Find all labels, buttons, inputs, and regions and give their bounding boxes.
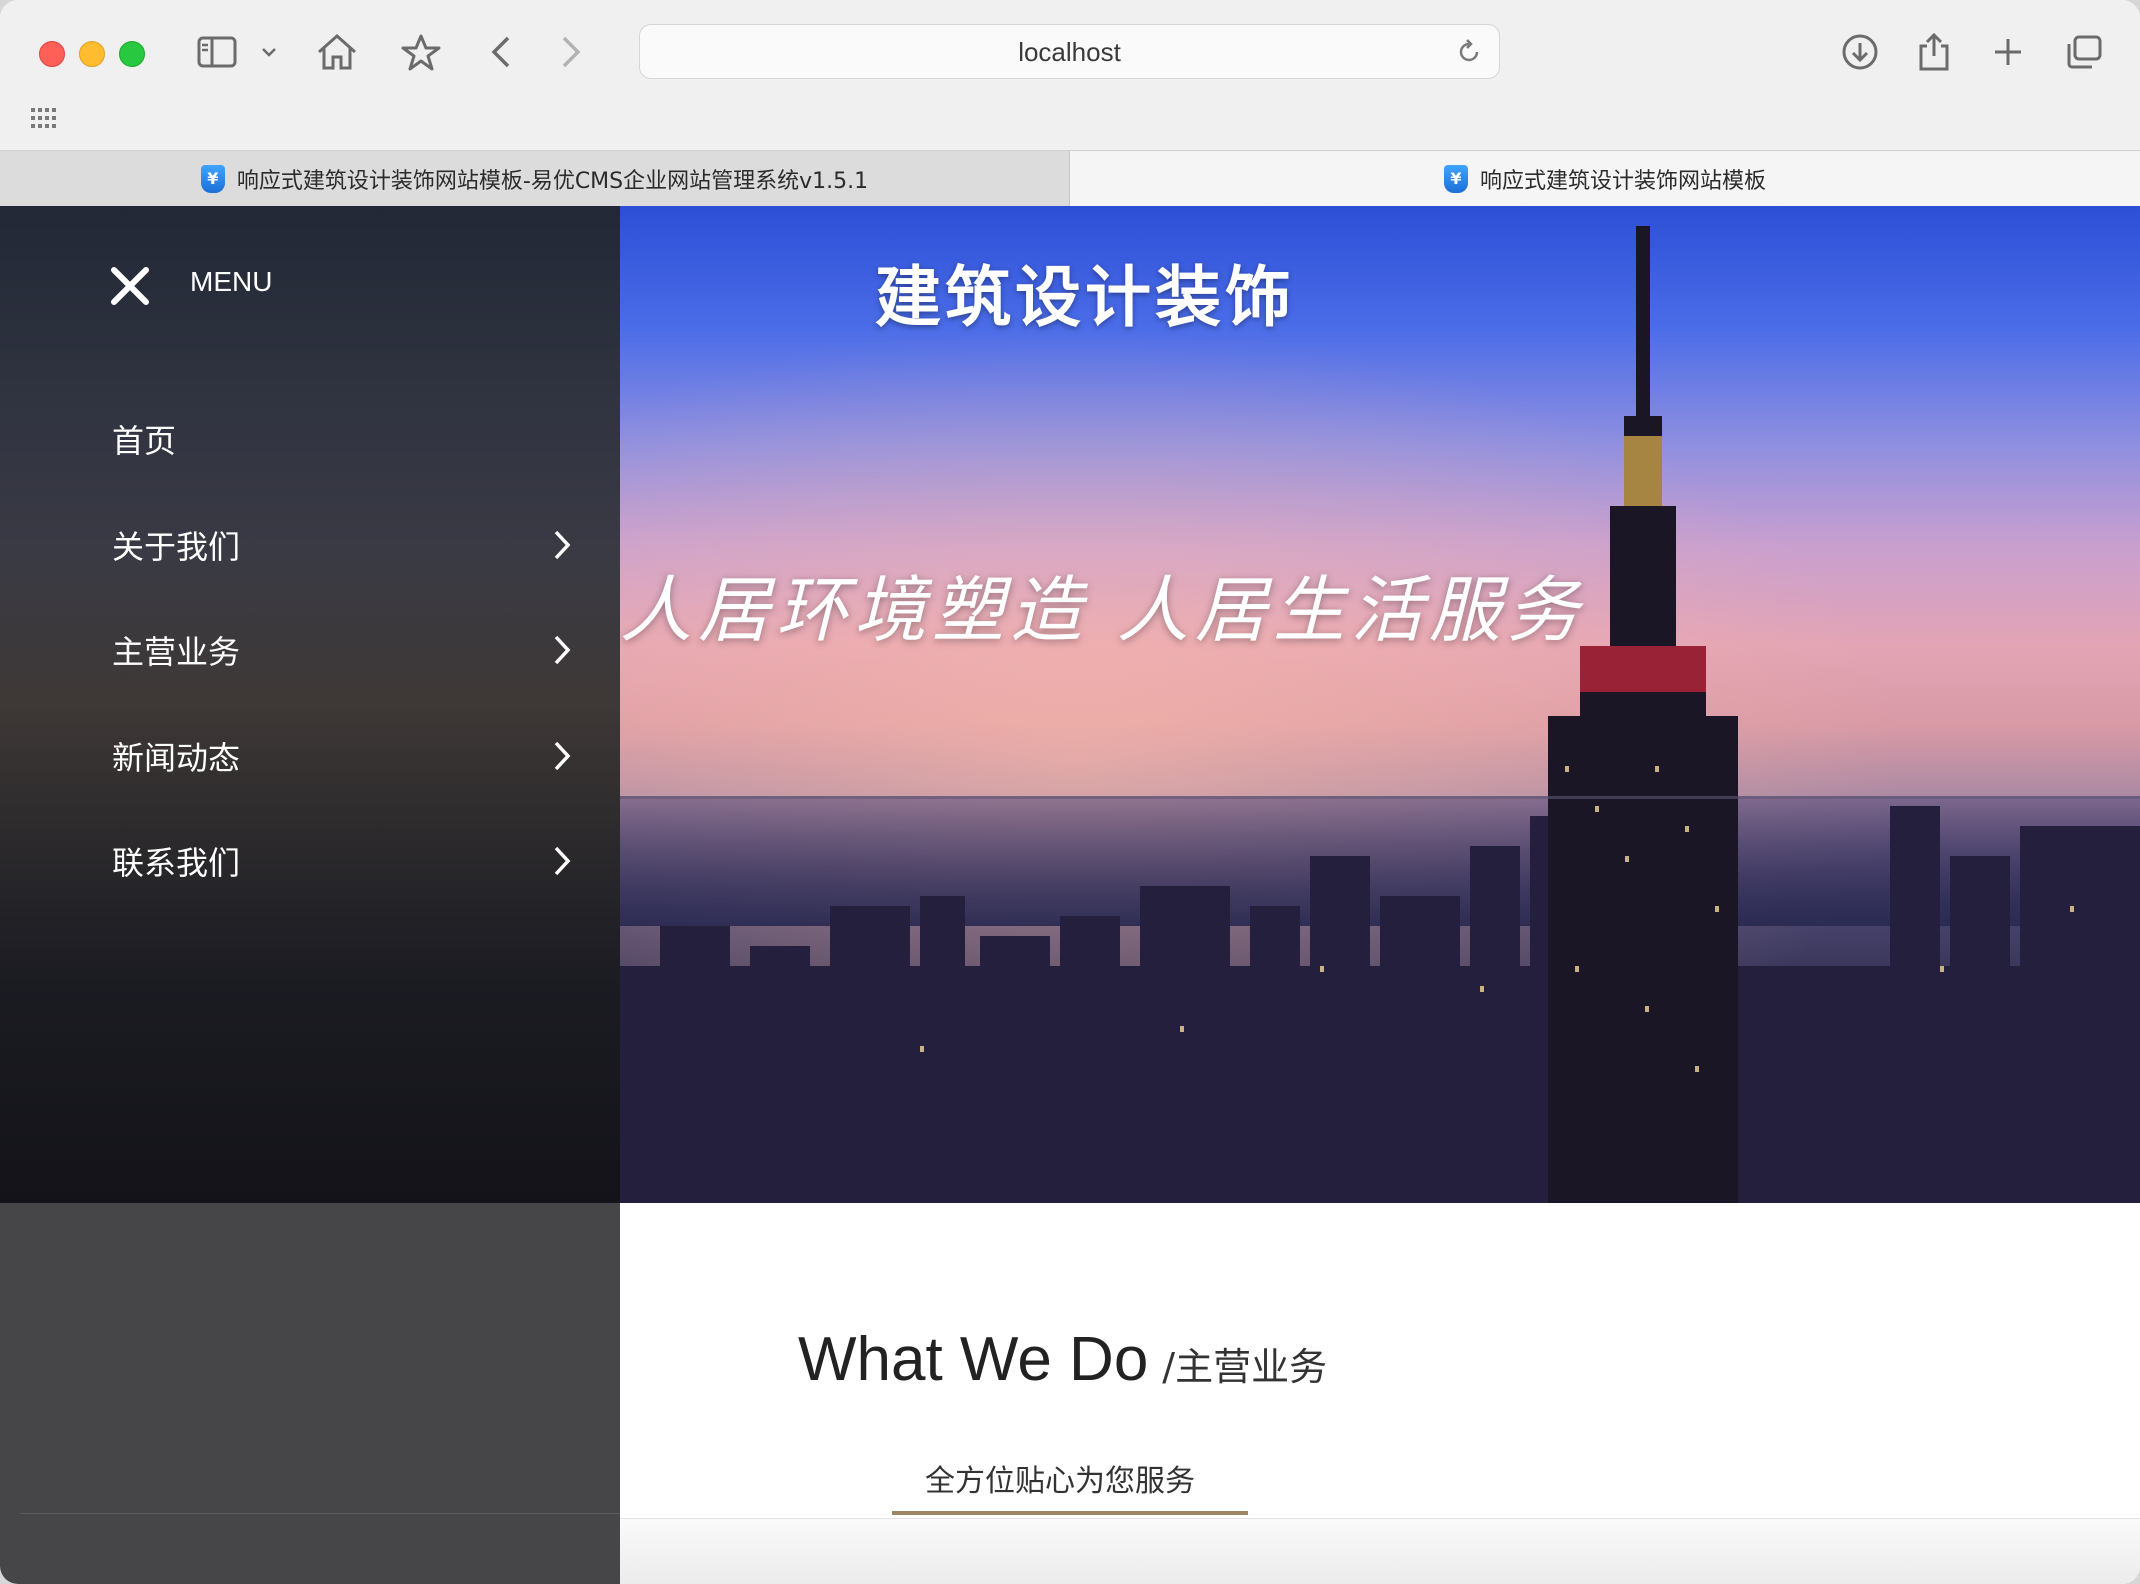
- tab-cms-template[interactable]: ¥ 响应式建筑设计装饰网站模板-易优CMS企业网站管理系统v1.5.1: [0, 151, 1070, 206]
- share-icon[interactable]: [1914, 30, 1954, 74]
- chevron-right-icon: [554, 635, 571, 665]
- tab-label: 响应式建筑设计装饰网站模板: [1479, 168, 1766, 194]
- home-icon[interactable]: [314, 30, 360, 74]
- chevron-right-icon: [554, 530, 571, 560]
- nav-item-label: 主营业务: [112, 633, 241, 671]
- chevron-right-icon: [554, 741, 571, 771]
- hero-slogan: 人居环境塑造 人居生活服务: [620, 568, 1585, 652]
- section-title-en: What We Do: [798, 1325, 1149, 1394]
- nav-item-label: 首页: [112, 422, 177, 460]
- zoom-window-button[interactable]: [119, 41, 145, 67]
- page-content: 建筑设计装饰 人居环境塑造 人居生活服务 MENU 首页 关于我们 主营业务 新…: [0, 206, 2140, 1584]
- url-text[interactable]: localhost: [640, 25, 1499, 80]
- new-tab-plus-icon[interactable]: [1988, 30, 2028, 74]
- bookmark-star-icon[interactable]: [398, 30, 444, 74]
- hero-title: 建筑设计装饰: [875, 259, 1295, 336]
- address-bar[interactable]: localhost: [639, 24, 1500, 79]
- minimize-window-button[interactable]: [79, 41, 105, 67]
- nav-item-contact[interactable]: 联系我们: [112, 831, 572, 891]
- site-favicon-icon: ¥: [1443, 164, 1468, 193]
- nav-item-label: 关于我们: [112, 528, 241, 566]
- menu-label: MENU: [190, 266, 273, 297]
- site-favicon-icon: ¥: [200, 164, 225, 193]
- browser-toolbar: localhost: [0, 0, 2140, 150]
- section-subtitle-tab[interactable]: 全方位贴心为您服务: [925, 1456, 1195, 1500]
- chevron-right-icon: [554, 846, 571, 876]
- nav-item-news[interactable]: 新闻动态: [112, 726, 572, 786]
- sidebar-footer-area: [0, 1203, 620, 1584]
- sidebar-menu: MENU 首页 关于我们 主营业务 新闻动态 联系我们: [0, 206, 620, 1203]
- section-title-zh: /主营业务: [1162, 1345, 1328, 1389]
- nav-item-business[interactable]: 主营业务: [112, 620, 572, 680]
- active-tab-underline: [892, 1511, 1248, 1515]
- content-area-below: [620, 1519, 2140, 1584]
- city-skyline-image: [620, 226, 2140, 1203]
- forward-arrow-icon[interactable]: [556, 30, 586, 74]
- back-arrow-icon[interactable]: [486, 30, 516, 74]
- divider: [20, 1513, 620, 1514]
- section-heading: What We Do /主营业务: [798, 1324, 1327, 1395]
- tab-label: 响应式建筑设计装饰网站模板-易优CMS企业网站管理系统v1.5.1: [236, 168, 869, 194]
- reload-icon[interactable]: [1455, 38, 1483, 70]
- chevron-down-icon[interactable]: [258, 30, 280, 74]
- tab-strip: ¥ 响应式建筑设计装饰网站模板-易优CMS企业网站管理系统v1.5.1 ¥ 响应…: [0, 150, 2140, 206]
- browser-window: localhost ¥ 响应式建筑设计装饰网站模板-易优CMS企业网站管理系统v…: [0, 0, 2140, 1584]
- sidebar-toggle-icon[interactable]: [194, 30, 240, 74]
- close-window-button[interactable]: [39, 41, 65, 67]
- hero-banner: 建筑设计装饰 人居环境塑造 人居生活服务: [620, 206, 2140, 1203]
- close-icon[interactable]: [110, 266, 150, 310]
- nav-item-label: 联系我们: [112, 844, 241, 882]
- tab-template-active[interactable]: ¥ 响应式建筑设计装饰网站模板: [1070, 151, 2140, 206]
- nav-item-home[interactable]: 首页: [112, 409, 572, 469]
- nav-item-about[interactable]: 关于我们: [112, 515, 572, 575]
- tab-grid-icon[interactable]: [31, 108, 57, 132]
- tab-overview-icon[interactable]: [2062, 30, 2106, 74]
- download-icon[interactable]: [1838, 30, 1882, 74]
- nav-item-label: 新闻动态: [112, 739, 241, 777]
